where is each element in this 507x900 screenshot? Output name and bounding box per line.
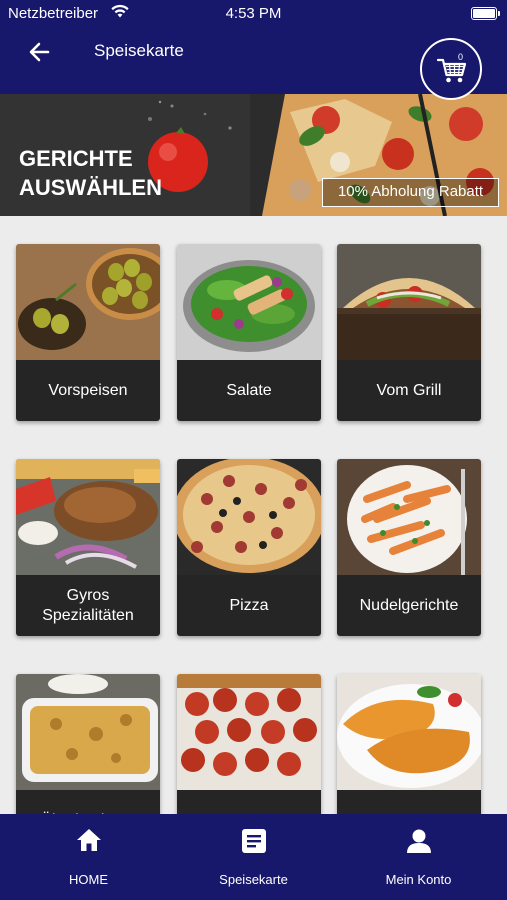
category-card-pizza[interactable]: Pizza [177, 459, 321, 636]
banner-title-line-1: GERICHTE [19, 146, 133, 171]
baked-dish-image [16, 674, 160, 790]
category-label: Gyros Spezialitäten [16, 575, 160, 636]
status-time: 4:53 PM [225, 5, 282, 22]
category-label: Pizza [177, 575, 321, 636]
nav-label-speisekarte: Speisekarte [219, 872, 288, 887]
category-label: Vorspeisen [16, 360, 160, 421]
status-bar: Netzbetreiber 4:53 PM [0, 0, 507, 28]
nav-item-home[interactable]: HOME [4, 814, 173, 900]
app-root: Netzbetreiber 4:53 PM Speisekarte 0 GERI… [0, 0, 507, 900]
category-card-vorspeisen[interactable]: Vorspeisen [16, 244, 160, 421]
category-label: Vom Grill [337, 360, 481, 421]
category-card-sausages[interactable] [177, 674, 321, 814]
category-card-ueberbackene[interactable]: Überbackene [16, 674, 160, 814]
home-icon [77, 829, 101, 851]
category-label-empty [177, 790, 321, 814]
banner-title: GERICHTE AUSWÄHLEN [19, 144, 179, 202]
grill-wrap-image [337, 244, 481, 360]
category-label: Überbackene [16, 790, 160, 814]
back-arrow-icon[interactable] [26, 38, 54, 66]
category-card-schnitzel[interactable] [337, 674, 481, 814]
banner-title-line-2: AUSWÄHLEN [19, 175, 162, 200]
sausage-image [177, 674, 321, 790]
category-card-gyros-spezialitaeten[interactable]: Gyros Spezialitäten [16, 459, 160, 636]
category-grid: Vorspeisen Salate Vom Grill Gyros Spezia… [0, 216, 507, 814]
nav-item-speisekarte[interactable]: Speisekarte [169, 814, 338, 900]
pizza-image [177, 459, 321, 575]
category-label: Salate [177, 360, 321, 421]
category-label-empty [337, 790, 481, 814]
nav-item-mein-konto[interactable]: Mein Konto [334, 814, 503, 900]
cart-button[interactable]: 0 [420, 38, 482, 100]
promo-badge: 10% Abholung Rabatt [322, 178, 499, 207]
shopping-cart-icon [437, 58, 467, 83]
olives-image [16, 244, 160, 360]
category-card-salate[interactable]: Salate [177, 244, 321, 421]
bottom-navigation: HOME Speisekarte Mein Konto [0, 814, 507, 900]
battery-icon [471, 7, 500, 20]
account-icon [407, 829, 431, 853]
schnitzel-image [337, 674, 481, 790]
promo-banner: GERICHTE AUSWÄHLEN 10% Abholung Rabatt [0, 94, 507, 216]
category-label: Nudelgerichte [337, 575, 481, 636]
salad-image [177, 244, 321, 360]
gyros-plate-image [16, 459, 160, 575]
nav-label-mein-konto: Mein Konto [385, 872, 452, 887]
category-card-vom-grill[interactable]: Vom Grill [337, 244, 481, 421]
menu-icon [242, 829, 266, 853]
category-card-nudelgerichte[interactable]: Nudelgerichte [337, 459, 481, 636]
pasta-image [337, 459, 481, 575]
page-title: Speisekarte [94, 41, 184, 60]
nav-label-home: HOME [69, 872, 108, 887]
